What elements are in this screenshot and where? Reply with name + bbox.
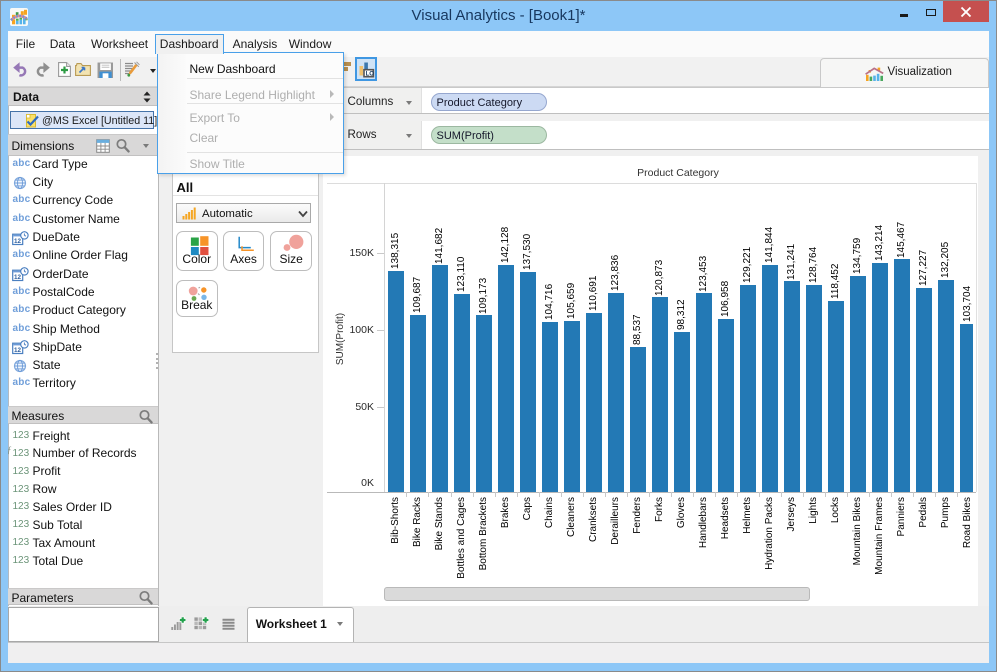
svg-text:12: 12 — [14, 347, 22, 354]
svg-text:12: 12 — [14, 274, 22, 281]
svg-text:LO: LO — [366, 72, 375, 78]
svg-text:12: 12 — [14, 238, 22, 245]
